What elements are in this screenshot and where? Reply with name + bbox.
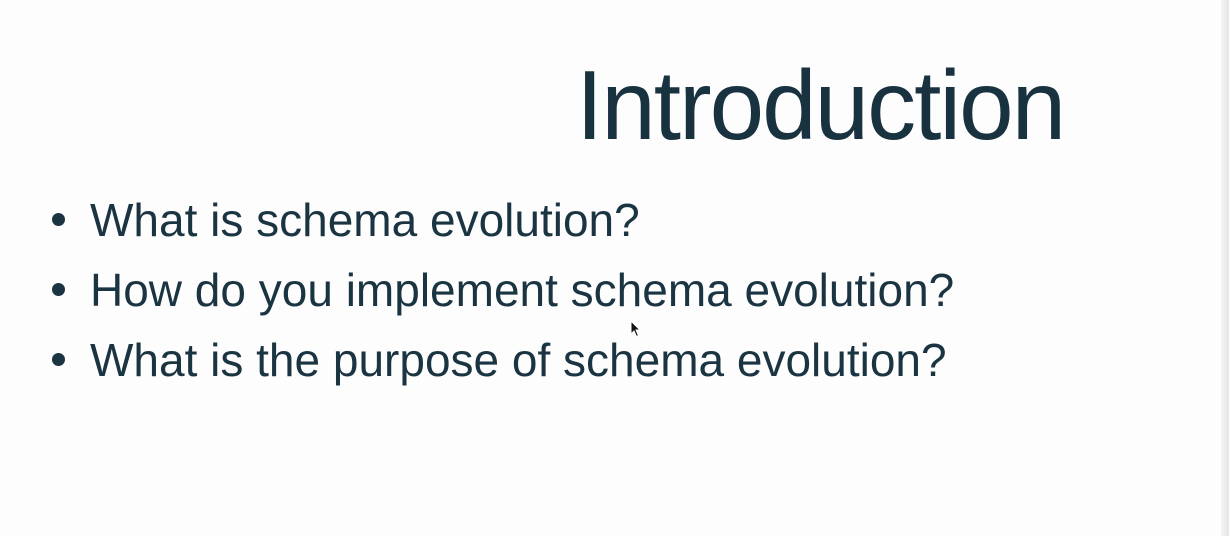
- bullet-dot: [52, 213, 65, 226]
- presentation-slide: Introduction What is schema evolution? H…: [0, 0, 1229, 536]
- bullet-list: What is schema evolution? How do you imp…: [50, 191, 954, 401]
- mouse-pointer-icon: [630, 320, 642, 338]
- bullet-dot: [52, 283, 65, 296]
- bullet-text: What is schema evolution?: [90, 194, 640, 246]
- bullet-item: How do you implement schema evolution?: [50, 261, 954, 331]
- bullet-item: What is schema evolution?: [50, 191, 954, 261]
- window-edge: [1221, 0, 1229, 536]
- bullet-text: How do you implement schema evolution?: [90, 264, 955, 316]
- slide-title: Introduction: [576, 50, 1066, 160]
- bullet-dot: [52, 353, 65, 366]
- bullet-text: What is the purpose of schema evolution?: [90, 334, 947, 386]
- bullet-item: What is the purpose of schema evolution?: [50, 331, 954, 401]
